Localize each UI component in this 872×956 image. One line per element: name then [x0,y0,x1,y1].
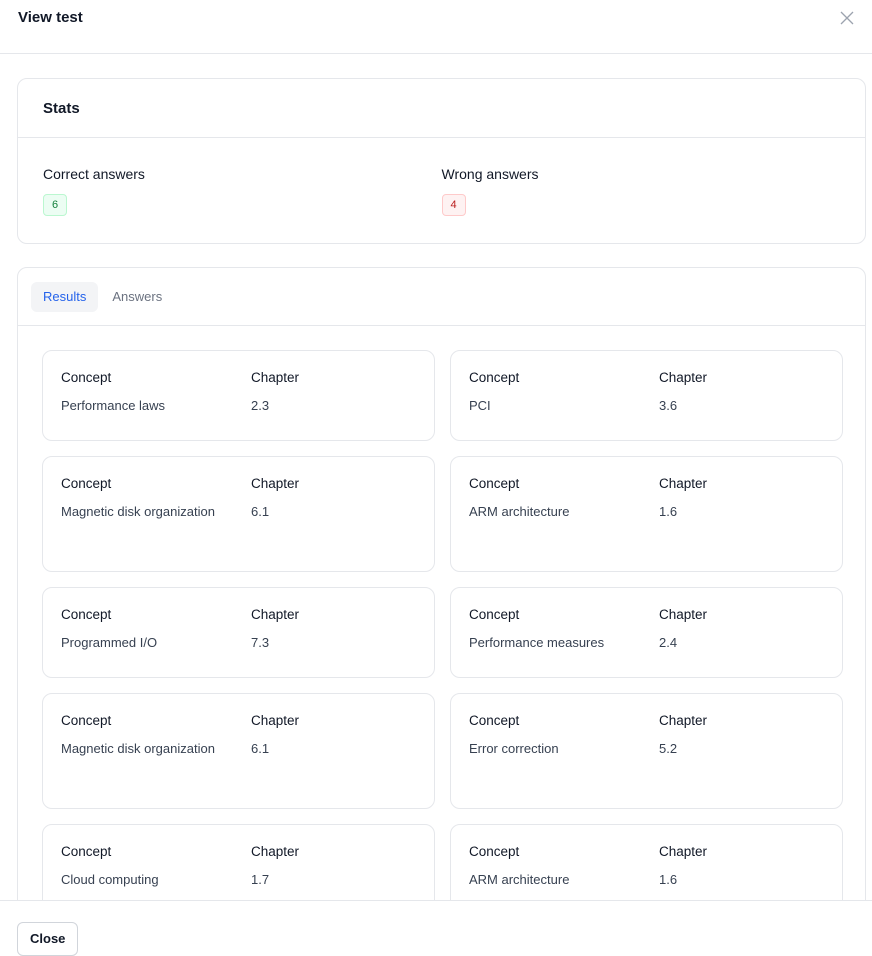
chapter-value: 7.3 [251,635,270,650]
chapter-value: 1.6 [659,872,678,887]
chapter-header: Chapter [251,607,300,622]
view-test-modal: View test Stats Correct answers 6 Wrong … [0,0,872,956]
concept-header: Concept [61,476,112,491]
concept-value: Programmed I/O [61,635,158,650]
chapter-header: Chapter [659,844,708,859]
concept-header: Concept [469,476,520,491]
chapter-header: Chapter [251,370,300,385]
concept-value: Performance measures [469,635,605,650]
chapter-value: 2.3 [251,398,270,413]
close-icon [840,11,854,24]
tab-bar: Results Answers [18,268,865,326]
close-button[interactable]: Close [17,922,79,956]
results-card: Results Answers Concept Performance laws… [17,267,866,900]
tab-answers[interactable]: Answers [100,282,174,312]
chapter-header: Chapter [659,713,708,728]
chapter-header: Chapter [251,844,300,859]
modal-footer: Close [0,900,872,956]
concept-header: Concept [469,370,520,385]
result-item: Concept Performance laws Chapter 2.3 [42,350,435,441]
modal-body[interactable]: Stats Correct answers 6 Wrong answers 4 … [0,55,872,900]
chapter-header: Chapter [659,370,708,385]
correct-answers-stat: Correct answers 6 [43,166,442,216]
result-item: Concept ARM architecture Chapter 1.6 [450,456,843,572]
stats-row: Correct answers 6 Wrong answers 4 [18,138,865,216]
chapter-header: Chapter [251,713,300,728]
concept-header: Concept [61,713,112,728]
chapter-value: 6.1 [251,741,270,756]
result-item: Concept Magnetic disk organization Chapt… [42,456,435,572]
stats-heading: Stats [18,79,865,138]
result-item: Concept PCI Chapter 3.6 [450,350,843,441]
result-item: Concept Programmed I/O Chapter 7.3 [42,587,435,678]
chapter-header: Chapter [659,607,708,622]
tab-results[interactable]: Results [31,281,99,312]
result-item: Concept ARM architecture Chapter 1.6 [450,824,843,900]
concept-value: Magnetic disk organization [61,504,215,519]
modal-title: View test [18,9,83,26]
concept-value: Performance laws [61,398,166,413]
results-grid: Concept Performance laws Chapter 2.3 Con… [18,326,865,900]
concept-value: ARM architecture [469,504,570,519]
result-item: Concept Error correction Chapter 5.2 [450,693,843,809]
close-modal-button[interactable] [836,7,858,29]
concept-header: Concept [469,844,520,859]
concept-value: PCI [469,398,491,413]
chapter-value: 6.1 [251,504,270,519]
modal-header: View test [0,0,872,54]
chapter-value: 2.4 [659,635,678,650]
stats-card: Stats Correct answers 6 Wrong answers 4 [17,78,866,244]
correct-answers-badge: 6 [43,194,67,216]
concept-value: ARM architecture [469,872,570,887]
result-item: Concept Performance measures Chapter 2.4 [450,587,843,678]
chapter-header: Chapter [659,476,708,491]
concept-value: Error correction [469,741,559,756]
wrong-answers-stat: Wrong answers 4 [441,166,841,216]
chapter-value: 3.6 [659,398,678,413]
chapter-value: 1.7 [251,872,270,887]
concept-value: Magnetic disk organization [61,741,215,756]
correct-answers-label: Correct answers [43,166,145,182]
concept-header: Concept [61,844,112,859]
chapter-value: 5.2 [659,741,678,756]
concept-header: Concept [61,370,112,385]
concept-header: Concept [469,713,520,728]
concept-value: Cloud computing [61,872,159,887]
result-item: Concept Magnetic disk organization Chapt… [42,693,435,809]
wrong-answers-badge: 4 [441,194,466,216]
chapter-value: 1.6 [659,504,678,519]
concept-header: Concept [61,607,112,622]
concept-header: Concept [469,607,520,622]
chapter-header: Chapter [251,476,300,491]
result-item: Concept Cloud computing Chapter 1.7 [42,824,435,900]
wrong-answers-label: Wrong answers [441,166,539,182]
